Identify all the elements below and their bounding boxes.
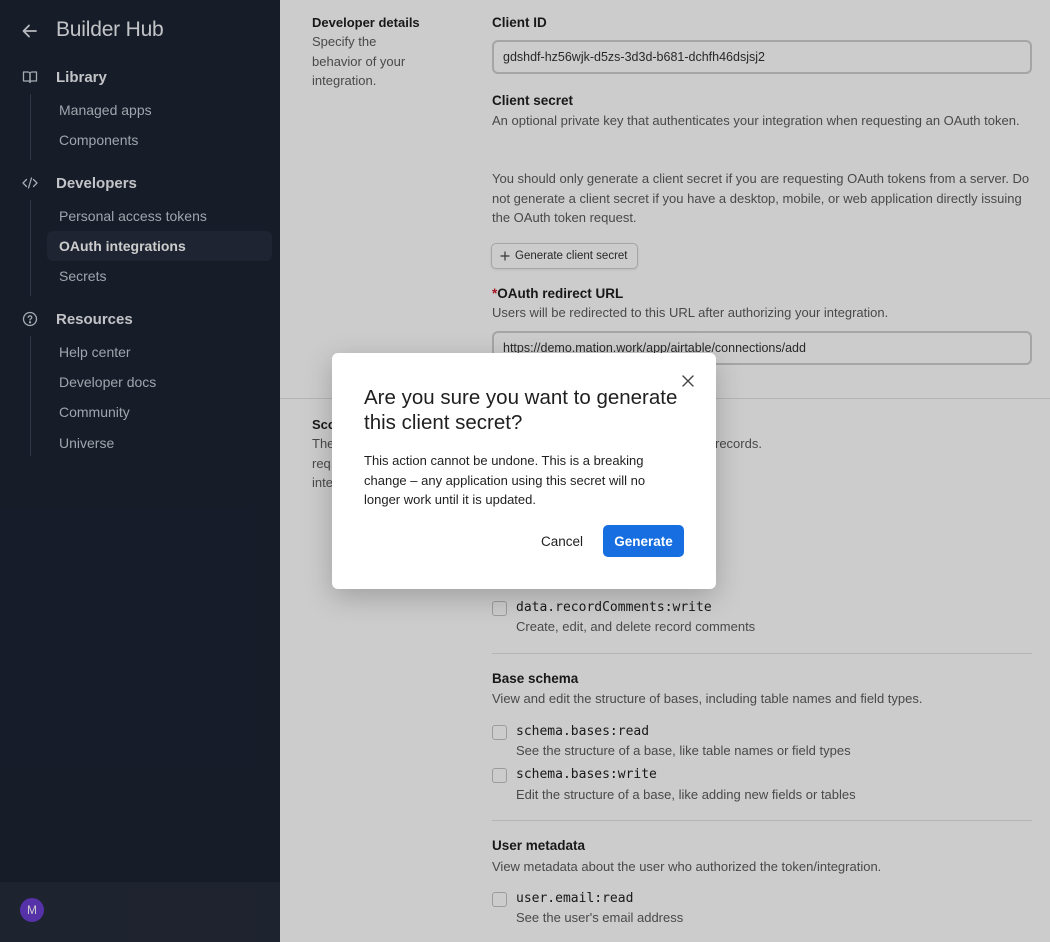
dialog-title: Are you sure you want to generate this c…: [364, 386, 678, 434]
confirm-dialog: Are you sure you want to generate this c…: [332, 353, 716, 589]
cancel-button[interactable]: Cancel: [532, 525, 592, 557]
generate-button[interactable]: Generate: [603, 525, 684, 557]
dialog-body: This action cannot be undone. This is a …: [364, 453, 646, 507]
